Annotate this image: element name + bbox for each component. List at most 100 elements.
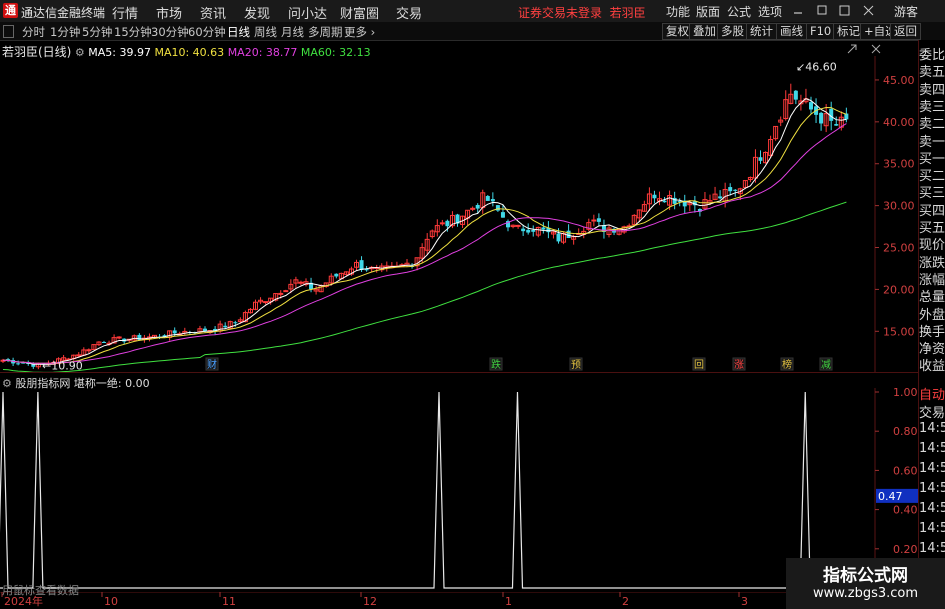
indicator-tick-label: 1.00 [893,388,918,399]
candle-body [652,194,657,199]
draw-line-button[interactable]: 画线 [776,23,807,40]
candle-body [662,200,667,203]
candlestick-chart[interactable]: 45.00 40.00 35.00 30.00 25.00 20.00 15.00 ↙46.6… [0,56,918,372]
candle-body [718,196,723,199]
menu-item-trade[interactable]: 交易 [396,3,422,22]
event-marker[interactable]: 预 [569,357,583,371]
panel-toggle-icon[interactable] [3,25,14,38]
back-button[interactable]: 返回 [890,23,921,40]
candle-body [172,330,177,334]
candle [429,229,435,239]
candle [546,221,551,239]
period-tab-15min[interactable]: 15分钟 [114,24,152,40]
restore-icon[interactable] [817,5,827,15]
multi-stock-button[interactable]: 多股 [717,23,748,40]
candle-body [819,112,824,124]
candle [591,214,597,227]
period-tab-60min[interactable]: 60分钟 [188,24,226,40]
menu-item-formula[interactable]: 公式 [727,3,751,20]
quote-label: 换手 [919,324,945,340]
stats-button[interactable]: 统计 [746,23,777,40]
menu-item-wealth-circle[interactable]: 财富圈 [340,3,379,22]
period-tab-5min[interactable]: 5分钟 [82,24,112,40]
candle [758,150,763,164]
candle [102,340,106,344]
period-tab-multi[interactable]: 多周期 [308,24,343,40]
event-marker[interactable]: 榜 [780,357,794,371]
candle [793,89,798,105]
menu-item-news[interactable]: 资讯 [200,3,226,22]
candle [641,200,647,212]
candle [844,107,849,123]
close-icon[interactable] [863,5,874,16]
candle-body [445,220,450,227]
indicator-chart[interactable]: 1.00 0.80 0.60 0.40 0.20 0.47 [0,388,918,592]
candle-body [793,90,798,100]
candle [646,187,652,212]
candle [682,194,687,214]
date-tick-label: 12 [363,595,377,608]
candle-body [16,363,21,365]
menu-item-ask[interactable]: 问小达 [288,3,327,22]
candle-body [475,204,480,209]
login-alert[interactable]: 证券交易未登录 若羽臣 [518,4,646,21]
candle [586,218,592,232]
candle [91,344,97,351]
overlay-button[interactable]: 叠加 [689,23,720,40]
candle-body [283,290,289,293]
candle-body [531,229,536,232]
event-marker[interactable]: 减 [819,357,833,371]
maximize-icon[interactable] [839,5,850,16]
event-marker[interactable]: 跌 [489,357,503,371]
candle-body [556,233,561,242]
candle-body [596,218,601,222]
menu-item-functions[interactable]: 功能 [666,3,690,20]
period-tab-30min[interactable]: 30分钟 [151,24,189,40]
quote-label: 卖五 [919,65,945,81]
f10-button[interactable]: F10 [806,23,836,40]
guest-label[interactable]: 游客 [894,3,918,20]
indicator-tick-label: 0.20 [893,543,918,556]
menu-item-market[interactable]: 市场 [156,3,182,22]
quote-label: 买二 [919,169,945,185]
indicator-tick-label: 0.80 [893,425,918,438]
candle [834,116,839,126]
chart-header-icons [847,44,881,54]
event-marker[interactable]: 涨 [732,357,746,371]
tick-time: 14:56 [919,521,945,536]
period-tab-monthly[interactable]: 月线 [281,24,304,40]
candle [783,90,789,121]
event-marker[interactable]: 财 [205,357,219,371]
candle [293,276,299,288]
period-tab-weekly[interactable]: 周线 [254,24,277,40]
candle [581,226,587,239]
menu-item-quotes[interactable]: 行情 [112,3,138,22]
event-marker-label: 财 [207,358,217,371]
menu-item-options[interactable]: 选项 [758,3,782,20]
price-tick-label: 20.00 [883,283,915,296]
window-controls [794,5,874,16]
event-marker-label: 减 [821,359,831,371]
ma5-line [2,98,847,365]
date-axis: 2024年 10 11 12 1 2 3 [0,592,918,608]
date-tick-label: 11 [222,595,236,608]
period-tab-more[interactable]: 更多 › [344,24,375,40]
candle [712,186,718,201]
event-marker[interactable]: 回 [692,357,706,371]
ma60-line [2,201,847,372]
menu-item-layout[interactable]: 版面 [696,3,720,20]
candle [434,219,440,237]
price-tick-label: 30.00 [883,200,915,213]
expand-icon[interactable] [847,44,857,54]
tick-time: 14:56 [919,481,945,496]
trade-label[interactable]: 交易 [919,402,945,421]
candle [657,191,662,206]
candle-body [566,230,571,239]
period-tab-intraday[interactable]: 分时 [22,24,45,40]
period-tab-1min[interactable]: 1分钟 [50,24,80,40]
price-tick-label: 40.00 [883,116,915,129]
period-tab-daily[interactable]: 日线 [227,24,250,40]
close-icon[interactable] [871,44,881,54]
trade-label[interactable]: 自动 [919,384,945,403]
menu-item-discover[interactable]: 发现 [244,3,270,22]
